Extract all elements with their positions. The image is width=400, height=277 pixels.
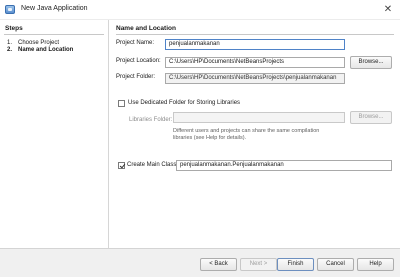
close-icon[interactable]: ✕: [380, 2, 396, 17]
dedicated-folder-label[interactable]: Use Dedicated Folder for Storing Librari…: [128, 100, 240, 106]
create-main-class-checkbox[interactable]: [118, 162, 125, 169]
libraries-note-line-2: libraries (see Help for details).: [173, 135, 247, 141]
window-title: New Java Application: [21, 5, 88, 12]
title-bar: New Java Application ✕: [0, 0, 400, 20]
libraries-folder-input: [173, 112, 345, 123]
create-main-class-label[interactable]: Create Main Class: [127, 162, 176, 168]
project-folder-field: C:\Users\HP\Documents\NetBeansProjects\p…: [165, 73, 345, 84]
project-location-input[interactable]: C:\Users\HP\Documents\NetBeansProjects: [165, 57, 345, 68]
main-panel: Name and Location Project Name: penjuala…: [110, 20, 400, 248]
step-label: Choose Project: [18, 40, 60, 46]
step-number: 2.: [7, 47, 13, 53]
libraries-folder-label: Libraries Folder:: [129, 117, 173, 123]
dedicated-folder-checkbox[interactable]: [118, 100, 125, 107]
button-bar: < Back Next > Finish Cancel Help: [0, 248, 400, 277]
finish-button[interactable]: Finish: [277, 258, 314, 271]
main-class-input[interactable]: penjualanmakanan.Penjualanmakanan: [176, 160, 392, 171]
java-app-icon: [5, 5, 15, 14]
project-folder-label: Project Folder:: [116, 74, 156, 80]
help-button[interactable]: Help: [357, 258, 394, 271]
browse-libraries-button: Browse...: [350, 111, 392, 124]
project-name-label: Project Name:: [116, 40, 155, 46]
section-divider: [116, 34, 394, 35]
back-button[interactable]: < Back: [200, 258, 237, 271]
steps-panel: Steps 1. Choose Project 2. Name and Locati…: [0, 20, 109, 248]
next-button: Next >: [240, 258, 277, 271]
project-name-input[interactable]: penjualanmakanan: [165, 39, 345, 50]
cancel-button[interactable]: Cancel: [317, 258, 354, 271]
step-name-and-location: 2. Name and Location: [7, 47, 73, 53]
steps-heading: Steps: [5, 25, 23, 32]
section-heading: Name and Location: [116, 25, 176, 32]
step-number: 1.: [7, 40, 13, 46]
steps-divider: [4, 34, 104, 35]
step-label: Name and Location: [18, 47, 74, 53]
project-location-label: Project Location:: [116, 58, 161, 64]
browse-location-button[interactable]: Browse...: [350, 56, 392, 69]
step-choose-project: 1. Choose Project: [7, 40, 59, 46]
